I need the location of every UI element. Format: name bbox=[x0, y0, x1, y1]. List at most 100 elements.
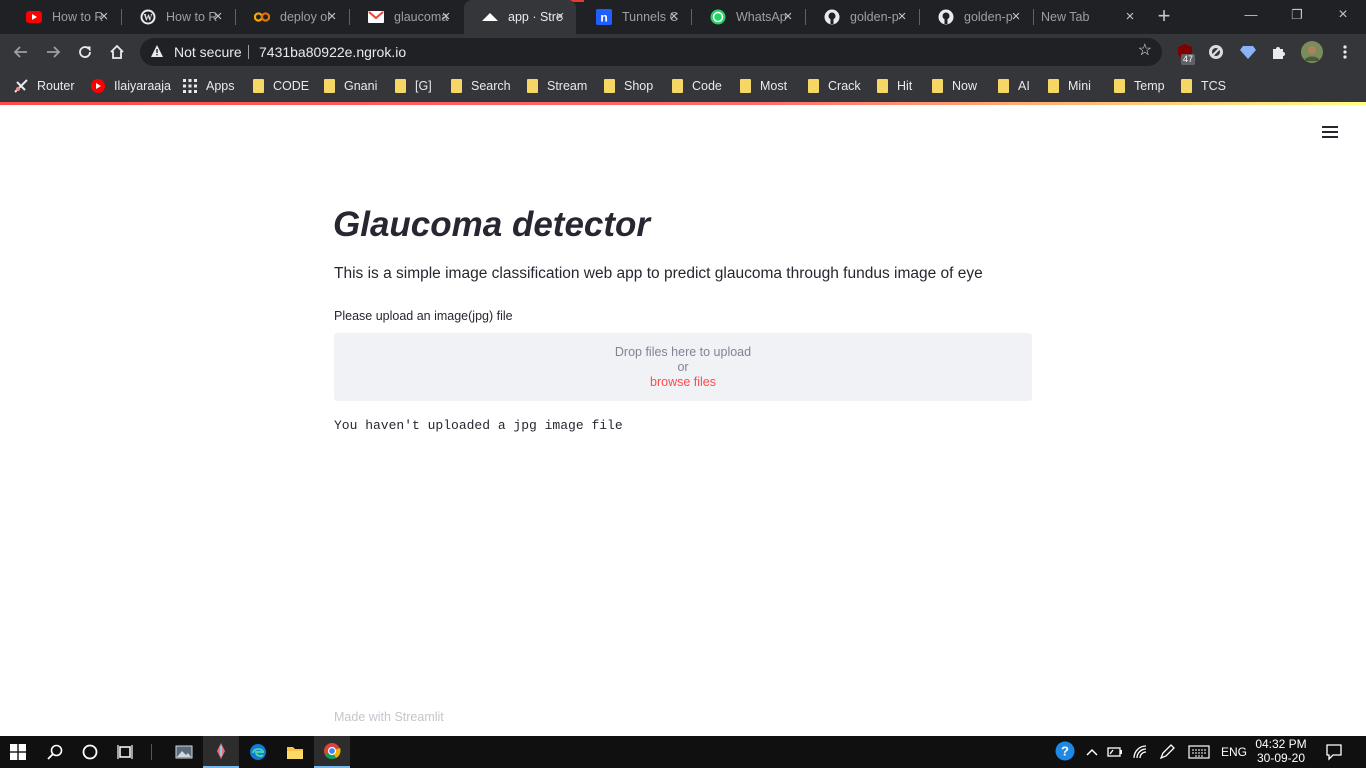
taskbar-file-explorer[interactable] bbox=[277, 736, 313, 768]
bookmark-folder-most[interactable]: Most bbox=[740, 76, 787, 96]
show-hidden-icons-chevron-icon[interactable] bbox=[1084, 744, 1100, 760]
help-tray-icon[interactable]: ? bbox=[1055, 741, 1075, 761]
bookmark-folder-stream[interactable]: Stream bbox=[527, 76, 587, 96]
close-window-button[interactable]: × bbox=[1320, 0, 1366, 30]
close-tab-icon[interactable]: × bbox=[552, 9, 568, 25]
close-tab-icon[interactable]: × bbox=[1008, 9, 1024, 25]
wifi-icon[interactable] bbox=[1133, 744, 1149, 760]
tab-4[interactable]: glaucoma × bbox=[350, 0, 462, 34]
folder-icon bbox=[1048, 79, 1059, 93]
bookmark-folder-mini[interactable]: Mini bbox=[1048, 76, 1091, 96]
start-button[interactable] bbox=[0, 736, 36, 768]
tab-10[interactable]: New Tab × bbox=[1034, 0, 1146, 34]
folder-icon bbox=[998, 79, 1009, 93]
bookmark-label: Ilaiyaraaja bbox=[114, 79, 171, 93]
bookmark-folder-search[interactable]: Search bbox=[451, 76, 511, 96]
folder-icon bbox=[877, 79, 888, 93]
search-button[interactable] bbox=[37, 736, 73, 768]
windows-taskbar: ? ENG 04:32 PM 30-09-20 bbox=[0, 736, 1366, 768]
made-with-streamlit-footer[interactable]: Made with Streamlit bbox=[334, 710, 444, 724]
touch-keyboard-icon[interactable] bbox=[1187, 744, 1211, 760]
folder-icon bbox=[808, 79, 819, 93]
file-dropzone[interactable]: Drop files here to upload or browse file… bbox=[334, 333, 1032, 401]
forward-button[interactable] bbox=[40, 39, 66, 65]
close-tab-icon[interactable]: × bbox=[210, 9, 226, 25]
diamond-extension-icon[interactable] bbox=[1239, 43, 1257, 61]
back-button[interactable] bbox=[8, 39, 34, 65]
bookmark-folder-now[interactable]: Now bbox=[932, 76, 977, 96]
tab-7[interactable]: WhatsAp × bbox=[692, 0, 804, 34]
profile-avatar[interactable] bbox=[1301, 41, 1323, 63]
bookmark-folder-tcs[interactable]: TCS bbox=[1181, 76, 1226, 96]
language-indicator[interactable]: ENG bbox=[1221, 745, 1247, 759]
close-tab-icon[interactable]: × bbox=[96, 9, 112, 25]
new-tab-button[interactable]: + bbox=[1152, 5, 1176, 29]
edge-icon bbox=[250, 744, 266, 760]
restore-button[interactable]: ❐ bbox=[1274, 0, 1320, 30]
browse-files-link[interactable]: browse files bbox=[334, 375, 1032, 390]
close-tab-icon[interactable]: × bbox=[780, 9, 796, 25]
bookmark-router[interactable]: Router bbox=[14, 76, 75, 96]
bookmark-folder-temp[interactable]: Temp bbox=[1114, 76, 1165, 96]
taskbar-chrome[interactable] bbox=[314, 736, 350, 768]
tab-9[interactable]: golden-p × bbox=[920, 0, 1032, 34]
taskbar-pinned-app[interactable] bbox=[203, 736, 239, 768]
security-label[interactable]: Not secure bbox=[174, 44, 242, 60]
tab-5-active[interactable]: app · Stre × bbox=[464, 0, 576, 34]
bookmark-apps[interactable]: Apps bbox=[183, 76, 235, 96]
tab-8[interactable]: golden-p × bbox=[806, 0, 918, 34]
close-tab-icon[interactable]: × bbox=[894, 9, 910, 25]
svg-text:?: ? bbox=[1061, 744, 1069, 759]
bookmark-folder-shop[interactable]: Shop bbox=[604, 76, 653, 96]
close-tab-icon[interactable]: × bbox=[1122, 9, 1138, 25]
url-text[interactable]: 7431ba80922e.ngrok.io bbox=[259, 44, 406, 60]
folder-icon bbox=[604, 79, 615, 93]
bookmark-folder-code-upper[interactable]: CODE bbox=[253, 76, 309, 96]
tab-2[interactable]: W How to R × bbox=[122, 0, 234, 34]
minimize-button[interactable]: — bbox=[1228, 0, 1274, 30]
bookmark-label: Code bbox=[692, 79, 722, 93]
block-extension-icon[interactable] bbox=[1207, 43, 1225, 61]
folder-icon bbox=[1181, 79, 1192, 93]
browser-menu-button[interactable] bbox=[1332, 39, 1358, 65]
warning-icon[interactable] bbox=[150, 44, 164, 63]
home-button[interactable] bbox=[104, 39, 130, 65]
battery-icon[interactable] bbox=[1107, 744, 1123, 760]
tab-title: New Tab bbox=[1041, 10, 1090, 24]
hamburger-menu-icon[interactable] bbox=[1322, 124, 1338, 140]
cortana-button[interactable] bbox=[72, 736, 108, 768]
taskbar-clock[interactable]: 04:32 PM 30-09-20 bbox=[1252, 737, 1310, 765]
address-bar[interactable]: Not secure 7431ba80922e.ngrok.io ☆ bbox=[140, 38, 1162, 66]
youtube-icon bbox=[26, 9, 42, 25]
reload-button[interactable] bbox=[72, 39, 98, 65]
bookmark-ilaiyaraaja[interactable]: Ilaiyaraaja bbox=[91, 76, 171, 96]
apps-grid-icon bbox=[183, 79, 197, 93]
browser-toolbar: Not secure 7431ba80922e.ngrok.io ☆ 47 bbox=[0, 34, 1366, 70]
tab-6[interactable]: n Tunnels C × bbox=[578, 0, 690, 34]
extensions-puzzle-icon[interactable] bbox=[1270, 43, 1288, 61]
taskbar-edge-app[interactable] bbox=[240, 736, 276, 768]
tab-1[interactable]: How to R × bbox=[8, 0, 120, 34]
folder-icon bbox=[253, 79, 264, 93]
task-view-button[interactable] bbox=[108, 736, 144, 768]
close-tab-icon[interactable]: × bbox=[438, 9, 454, 25]
bookmark-folder-hit[interactable]: Hit bbox=[877, 76, 912, 96]
cortana-circle-icon bbox=[82, 744, 98, 760]
bookmark-folder-code[interactable]: Code bbox=[672, 76, 722, 96]
tab-3[interactable]: deploy ol × bbox=[236, 0, 348, 34]
svg-text:W: W bbox=[144, 13, 153, 23]
bookmark-folder-crack[interactable]: Crack bbox=[808, 76, 861, 96]
bookmark-folder-g[interactable]: [G] bbox=[395, 76, 432, 96]
close-tab-icon[interactable]: × bbox=[666, 9, 682, 25]
taskbar-photos-app[interactable] bbox=[166, 736, 202, 768]
bookmark-folder-ai[interactable]: AI bbox=[998, 76, 1030, 96]
action-center-icon[interactable] bbox=[1325, 743, 1343, 761]
upload-status-message: You haven't uploaded a jpg image file bbox=[334, 418, 623, 433]
pen-ink-icon[interactable] bbox=[1159, 744, 1175, 760]
bookmark-folder-gnani[interactable]: Gnani bbox=[324, 76, 377, 96]
extension-badge: 47 bbox=[1181, 54, 1196, 65]
close-tab-icon[interactable]: × bbox=[324, 9, 340, 25]
home-icon bbox=[110, 44, 124, 59]
dropzone-text: Drop files here to upload bbox=[614, 345, 752, 359]
bookmark-star-icon[interactable]: ☆ bbox=[1138, 43, 1152, 59]
